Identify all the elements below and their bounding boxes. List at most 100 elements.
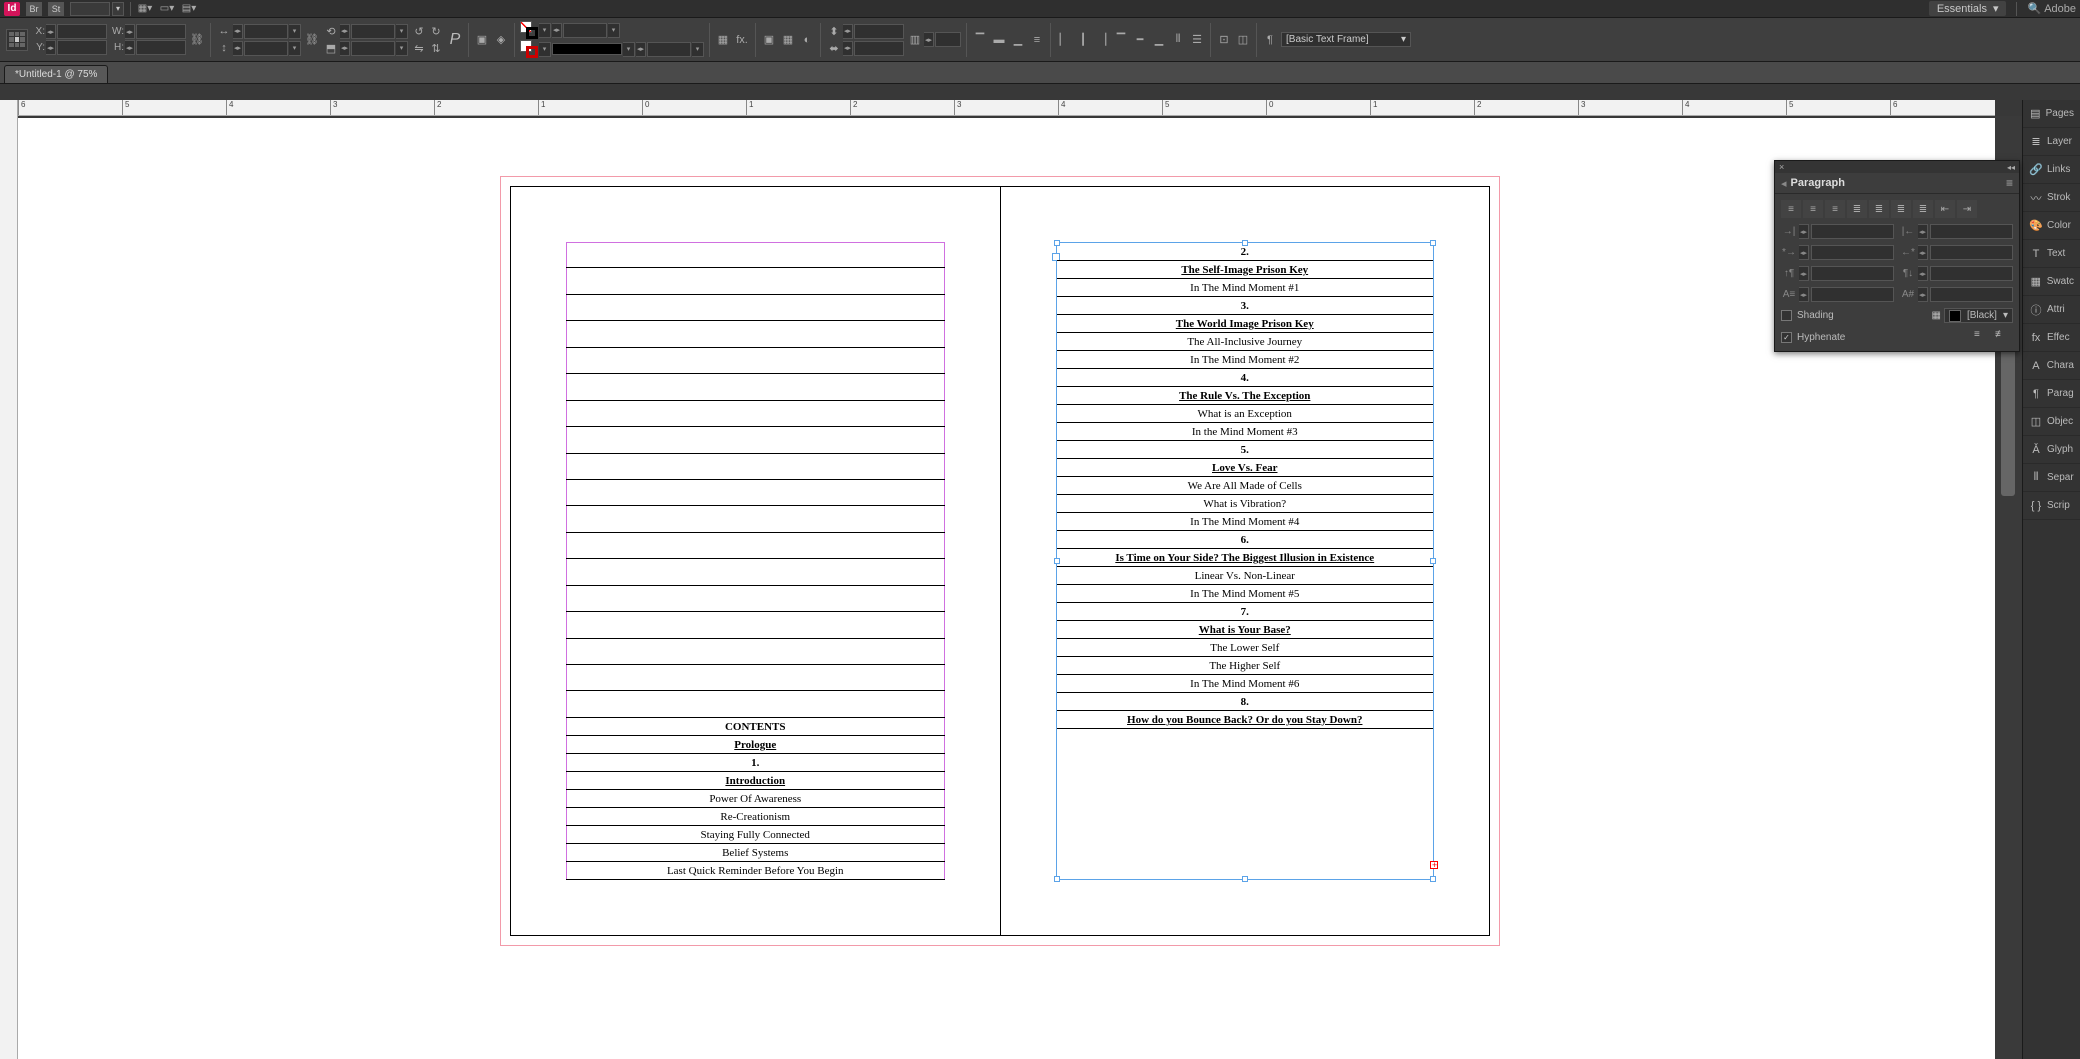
gap-h-input[interactable]: 0.1667 in <box>854 41 904 56</box>
distribute-v-icon[interactable]: ☰ <box>1189 32 1205 48</box>
w-input[interactable]: 4.5 in <box>136 24 186 39</box>
text-wrap-shape-icon[interactable]: ◐ <box>799 32 815 48</box>
panel-menu-icon[interactable]: ≡ <box>2006 176 2013 190</box>
stepper-icon[interactable]: ◂▸ <box>125 24 135 39</box>
chevron-down-icon[interactable]: ▾ <box>608 23 620 38</box>
stepper-icon[interactable]: ◂▸ <box>924 32 934 47</box>
justify-right-button[interactable]: ≣ <box>1891 200 1911 218</box>
rotate-input[interactable]: 0° <box>351 24 395 39</box>
align-center-button[interactable]: ≡ <box>1803 200 1823 218</box>
justify-left-button[interactable]: ≣ <box>1847 200 1867 218</box>
fill-stroke-proxy[interactable] <box>520 21 538 39</box>
collapse-icon[interactable]: ◂◂ <box>2007 163 2015 172</box>
arrange-icon[interactable]: ▤▾ <box>181 2 197 16</box>
paragraph-style-dropdown[interactable]: [Basic Text Frame] ▾ <box>1281 32 1411 47</box>
collapsed-panel-links[interactable]: 🔗Links <box>2023 156 2080 184</box>
indent-right-input[interactable] <box>1930 224 2013 239</box>
select-container-icon[interactable]: ▣ <box>474 32 490 48</box>
chevron-down-icon[interactable]: ▾ <box>539 23 551 38</box>
justify-all-button[interactable]: ≣ <box>1913 200 1933 218</box>
align-toward-spine-button[interactable]: ⇤ <box>1935 200 1955 218</box>
rotate-cw-icon[interactable]: ↻ <box>428 23 444 39</box>
shading-color-dropdown[interactable]: [Black] ▾ <box>1944 308 2013 323</box>
valign-justify-icon[interactable]: ≡ <box>1029 32 1045 48</box>
align-away-spine-button[interactable]: ⇥ <box>1957 200 1977 218</box>
space-before-input[interactable] <box>1811 266 1894 281</box>
columns-input[interactable]: 1 <box>935 32 961 47</box>
stepper-icon[interactable]: ◂▸ <box>1918 266 1928 281</box>
reference-point[interactable] <box>6 29 28 51</box>
collapsed-panel-scripts[interactable]: { }Scrip <box>2023 492 2080 520</box>
valign-top-icon[interactable]: ▔ <box>972 32 988 48</box>
screen-mode-icon[interactable]: ▭▾ <box>159 2 175 16</box>
stepper-icon[interactable]: ◂▸ <box>46 40 56 55</box>
stroke-style-dropdown[interactable] <box>552 43 622 55</box>
collapsed-panel-object[interactable]: ◫Objec <box>2023 408 2080 436</box>
gap-w-input[interactable]: 0.1667 in <box>854 24 904 39</box>
baseline-grid-on-icon[interactable]: ≡ <box>1974 329 1992 345</box>
valign-bottom-icon[interactable]: ▁ <box>1010 32 1026 48</box>
stepper-icon[interactable]: ◂▸ <box>1918 245 1928 260</box>
align-left-button[interactable]: ≡ <box>1781 200 1801 218</box>
text-frame-right-selected[interactable]: 2.The Self-Image Prison KeyIn The Mind M… <box>1056 242 1435 880</box>
chevron-down-icon[interactable]: ▾ <box>623 42 635 57</box>
stock-button[interactable]: St <box>48 2 64 16</box>
dropcap-chars-input[interactable] <box>1930 287 2013 302</box>
paragraph-panel[interactable]: × ◂◂ ◂ Paragraph ≡ ≡ ≡ ≡ ≣ ≣ ≣ ≣ ⇤ ⇥ →|◂… <box>1774 160 2020 352</box>
drop-shadow-icon[interactable]: ▦ <box>715 32 731 48</box>
constrain-wh-icon[interactable]: ⛓ <box>189 32 205 48</box>
chevron-down-icon[interactable]: ▾ <box>396 24 408 39</box>
x-input[interactable]: 0.75 in <box>57 24 107 39</box>
collapsed-panel-text[interactable]: TText <box>2023 240 2080 268</box>
flip-h-icon[interactable]: ⇋ <box>411 40 427 56</box>
opacity-input[interactable]: 100% <box>647 42 691 57</box>
text-wrap-bbox-icon[interactable]: ▦ <box>780 32 796 48</box>
align-bottom-icon[interactable]: ▁ <box>1151 32 1167 48</box>
flip-v-icon[interactable]: ⇅ <box>428 40 444 56</box>
scalex-input[interactable]: 100% <box>244 24 288 39</box>
chevron-down-icon[interactable]: ▾ <box>289 41 301 56</box>
stroke-weight-input[interactable]: 0 pt <box>563 23 607 38</box>
stepper-icon[interactable]: ◂▸ <box>1918 224 1928 239</box>
chevron-down-icon[interactable]: ▾ <box>396 41 408 56</box>
last-line-indent-input[interactable] <box>1930 245 2013 260</box>
close-icon[interactable]: × <box>1779 162 1784 172</box>
align-right-icon[interactable]: ▕ <box>1094 32 1110 48</box>
scaley-input[interactable]: 100% <box>244 41 288 56</box>
align-hcenter-icon[interactable]: ┃ <box>1075 32 1091 48</box>
baseline-grid-off-icon[interactable]: ≢ <box>1995 329 2013 345</box>
workspace-switcher[interactable]: Essentials ▾ <box>1929 1 2007 16</box>
bridge-button[interactable]: Br <box>26 2 42 16</box>
fit-content-icon[interactable]: ⊡ <box>1216 32 1232 48</box>
chevron-down-icon[interactable]: ▾ <box>692 42 704 57</box>
stepper-icon[interactable]: ◂▸ <box>340 41 350 56</box>
zoom-input[interactable]: 75% <box>70 2 110 16</box>
stepper-icon[interactable]: ◂▸ <box>233 24 243 39</box>
chevron-down-icon[interactable]: ▾ <box>112 2 124 16</box>
valign-center-icon[interactable]: ▬ <box>991 32 1007 48</box>
collapsed-panel-stroke[interactable]: 〰Strok <box>2023 184 2080 212</box>
canvas[interactable]: 6543210123450123456 CONTENTSPrologue1.In… <box>0 100 2022 1059</box>
stepper-icon[interactable]: ◂▸ <box>340 24 350 39</box>
stepper-icon[interactable]: ◂▸ <box>1918 287 1928 302</box>
stepper-icon[interactable]: ◂▸ <box>552 23 562 38</box>
collapsed-panel-paragraph[interactable]: ¶Parag <box>2023 380 2080 408</box>
shading-checkbox[interactable] <box>1781 310 1792 321</box>
fx-icon[interactable]: fx. <box>734 32 750 48</box>
stepper-icon[interactable]: ◂▸ <box>1799 224 1809 239</box>
collapsed-panel-effects[interactable]: fxEffec <box>2023 324 2080 352</box>
align-left-icon[interactable]: ▏ <box>1056 32 1072 48</box>
fit-frame-icon[interactable]: ◫ <box>1235 32 1251 48</box>
stepper-icon[interactable]: ◂▸ <box>233 41 243 56</box>
indent-left-input[interactable] <box>1811 224 1894 239</box>
chevron-down-icon[interactable]: ▾ <box>289 24 301 39</box>
align-top-icon[interactable]: ▔ <box>1113 32 1129 48</box>
collapsed-panel-swatches[interactable]: ▦Swatc <box>2023 268 2080 296</box>
collapsed-panel-pages[interactable]: ▤Pages <box>2023 100 2080 128</box>
distribute-h-icon[interactable]: ⫴ <box>1170 32 1186 48</box>
fill-stroke-proxy-2[interactable] <box>520 40 538 58</box>
zoom-combo[interactable]: 75% ▾ <box>70 2 124 16</box>
collapsed-panel-layers[interactable]: ≣Layer <box>2023 128 2080 156</box>
hyphenate-checkbox[interactable]: ✓ <box>1781 332 1792 343</box>
rotate-ccw-icon[interactable]: ↺ <box>411 23 427 39</box>
